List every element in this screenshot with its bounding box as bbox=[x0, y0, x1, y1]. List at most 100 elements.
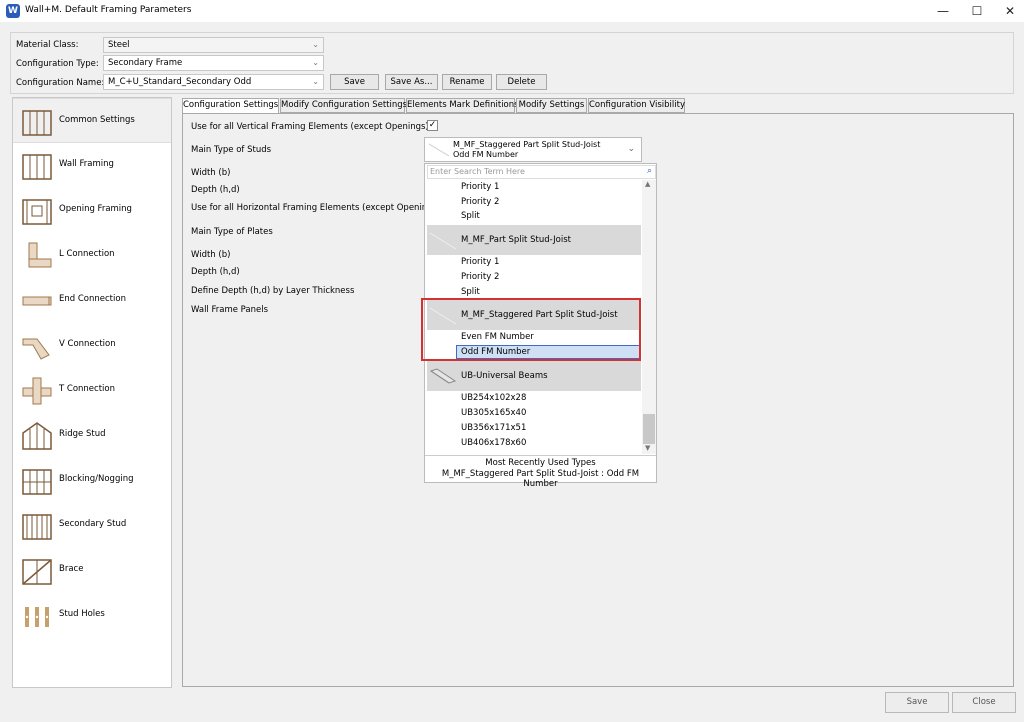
depth-hd-label: Depth (h,d) bbox=[191, 267, 240, 277]
minimize-button[interactable]: — bbox=[928, 2, 958, 20]
stud-type-name: Odd FM Number bbox=[453, 150, 519, 159]
sidebar-item-label: Brace bbox=[59, 564, 84, 574]
depth-hd-label: Depth (h,d) bbox=[191, 185, 240, 195]
brace-icon bbox=[22, 559, 52, 585]
chevron-down-icon: ⌄ bbox=[312, 58, 319, 67]
sidebar-item-label: Blocking/Nogging bbox=[59, 474, 134, 484]
tab-configuration-visibility[interactable]: Configuration Visibility bbox=[588, 98, 685, 113]
chevron-down-icon[interactable]: ▼ bbox=[645, 444, 650, 452]
configuration-type-label: Configuration Type: bbox=[16, 59, 99, 69]
close-window-button[interactable]: ✕ bbox=[995, 2, 1024, 20]
configuration-type-select[interactable]: Secondary Frame ⌄ bbox=[103, 55, 324, 71]
list-item[interactable]: Split bbox=[461, 211, 480, 221]
wall-frame-panels-label: Wall Frame Panels bbox=[191, 305, 269, 315]
blocking-nogging-icon bbox=[22, 469, 52, 495]
sidebar-item-opening-framing[interactable]: Opening Framing bbox=[13, 188, 171, 233]
sidebar-item-end-connection[interactable]: End Connection bbox=[13, 278, 171, 323]
rename-button[interactable]: Rename bbox=[442, 74, 492, 90]
title-bar: W Wall+M. Default Framing Parameters — ☐… bbox=[0, 0, 1024, 22]
sidebar-item-label: Ridge Stud bbox=[59, 429, 106, 439]
secondary-stud-icon bbox=[22, 514, 52, 540]
configuration-name-label: Configuration Name: bbox=[16, 78, 105, 88]
highlight-annotation bbox=[421, 298, 641, 361]
define-depth-label: Define Depth (h,d) by Layer Thickness bbox=[191, 286, 355, 296]
sidebar-item-label: Wall Framing bbox=[59, 159, 114, 169]
sidebar-item-ridge-stud[interactable]: Ridge Stud bbox=[13, 413, 171, 458]
tab-modify-configuration-settings[interactable]: Modify Configuration Settings bbox=[280, 98, 407, 113]
end-connection-icon bbox=[22, 296, 52, 306]
sidebar-item-label: Opening Framing bbox=[59, 204, 132, 214]
list-item[interactable]: UB305x165x40 bbox=[461, 408, 526, 418]
beam-profile-icon bbox=[429, 368, 457, 384]
sidebar-item-label: Common Settings bbox=[59, 115, 135, 125]
material-class-select[interactable]: Steel ⌄ bbox=[103, 37, 324, 53]
chevron-down-icon: ⌄ bbox=[312, 77, 319, 86]
sidebar-item-label: Stud Holes bbox=[59, 609, 105, 619]
save-as-button[interactable]: Save As... bbox=[385, 74, 438, 90]
sidebar-item-secondary-stud[interactable]: Secondary Stud bbox=[13, 503, 171, 548]
tab-elements-mark-definitions[interactable]: Elements Mark Definitions bbox=[406, 98, 519, 113]
stud-type-family: M_MF_Staggered Part Split Stud-Joist bbox=[453, 140, 601, 149]
sidebar-item-label: End Connection bbox=[59, 294, 126, 304]
list-item[interactable]: UB356x171x51 bbox=[461, 423, 526, 433]
delete-button[interactable]: Delete bbox=[496, 74, 547, 90]
list-item[interactable]: Split bbox=[461, 287, 480, 297]
main-type-plates-label: Main Type of Plates bbox=[191, 227, 273, 237]
l-connection-icon bbox=[28, 242, 52, 268]
sidebar-item-common-settings[interactable]: Common Settings bbox=[13, 98, 171, 143]
search-input[interactable]: Enter Search Term Here bbox=[427, 165, 656, 179]
main-type-studs-label: Main Type of Studs bbox=[191, 145, 272, 155]
configuration-name-value: M_C+U_Standard_Secondary Odd bbox=[108, 77, 252, 87]
group-label: M_MF_Part Split Stud-Joist bbox=[461, 235, 571, 245]
sidebar-item-blocking-nogging[interactable]: Blocking/Nogging bbox=[13, 458, 171, 503]
list-item[interactable]: UB254x102x28 bbox=[461, 393, 526, 403]
list-item[interactable]: Priority 1 bbox=[461, 257, 499, 267]
use-horizontal-label: Use for all Horizontal Framing Elements … bbox=[191, 203, 441, 213]
group-label: UB-Universal Beams bbox=[461, 371, 548, 381]
sidebar-item-wall-framing[interactable]: Wall Framing bbox=[13, 143, 171, 188]
main-type-studs-select[interactable]: M_MF_Staggered Part Split Stud-Joist Odd… bbox=[424, 137, 642, 162]
chevron-up-icon[interactable]: ▲ bbox=[645, 180, 650, 188]
use-vertical-checkbox[interactable]: ✓ bbox=[427, 120, 438, 131]
configuration-type-value: Secondary Frame bbox=[108, 58, 183, 68]
chevron-down-icon: ⌄ bbox=[312, 40, 319, 49]
sidebar-item-v-connection[interactable]: V Connection bbox=[13, 323, 171, 368]
t-connection-icon bbox=[22, 377, 52, 405]
profile-thumbnail-icon bbox=[428, 143, 450, 157]
tab-modify-settings[interactable]: Modify Settings bbox=[516, 98, 587, 113]
maximize-button[interactable]: ☐ bbox=[962, 2, 992, 20]
width-b-label: Width (b) bbox=[191, 250, 231, 260]
list-group-header: UB-Universal Beams bbox=[427, 361, 641, 391]
app-icon: W bbox=[6, 4, 20, 18]
material-class-value: Steel bbox=[108, 40, 130, 50]
sidebar-item-stud-holes[interactable]: Stud Holes bbox=[13, 593, 171, 638]
sidebar-item-label: L Connection bbox=[59, 249, 115, 259]
recent-type-item[interactable]: M_MF_Staggered Part Split Stud-Joist : O… bbox=[425, 469, 656, 489]
list-item[interactable]: Priority 2 bbox=[461, 197, 499, 207]
close-button[interactable]: Close bbox=[952, 692, 1016, 713]
list-item[interactable]: Priority 2 bbox=[461, 272, 499, 282]
configuration-name-select[interactable]: M_C+U_Standard_Secondary Odd ⌄ bbox=[103, 74, 324, 90]
scrollbar-thumb[interactable] bbox=[643, 414, 655, 444]
category-sidebar: Common Settings Wall Framing Opening Fra… bbox=[12, 97, 172, 688]
dropdown-scrollbar[interactable]: ▲ ▼ bbox=[642, 180, 656, 454]
save-config-button[interactable]: Save bbox=[330, 74, 379, 90]
search-icon[interactable]: ⌕ bbox=[647, 166, 652, 176]
tab-configuration-settings[interactable]: Configuration Settings bbox=[182, 98, 279, 114]
wall-framing-icon bbox=[22, 154, 52, 180]
sidebar-item-l-connection[interactable]: L Connection bbox=[13, 233, 171, 278]
list-item[interactable]: Priority 1 bbox=[461, 182, 499, 192]
use-vertical-label: Use for all Vertical Framing Elements (e… bbox=[191, 122, 429, 132]
chevron-down-icon: ⌄ bbox=[627, 144, 635, 154]
opening-framing-icon bbox=[22, 199, 52, 225]
list-item[interactable]: UB406x178x60 bbox=[461, 438, 526, 448]
sidebar-item-label: T Connection bbox=[59, 384, 115, 394]
common-settings-icon bbox=[22, 110, 52, 136]
sidebar-item-brace[interactable]: Brace bbox=[13, 548, 171, 593]
save-button[interactable]: Save bbox=[885, 692, 949, 713]
list-group-header: M_MF_Part Split Stud-Joist bbox=[427, 225, 641, 255]
width-b-label: Width (b) bbox=[191, 168, 231, 178]
sidebar-item-t-connection[interactable]: T Connection bbox=[13, 368, 171, 413]
stud-holes-icon bbox=[25, 607, 49, 627]
recent-types-header: Most Recently Used Types bbox=[425, 455, 656, 468]
